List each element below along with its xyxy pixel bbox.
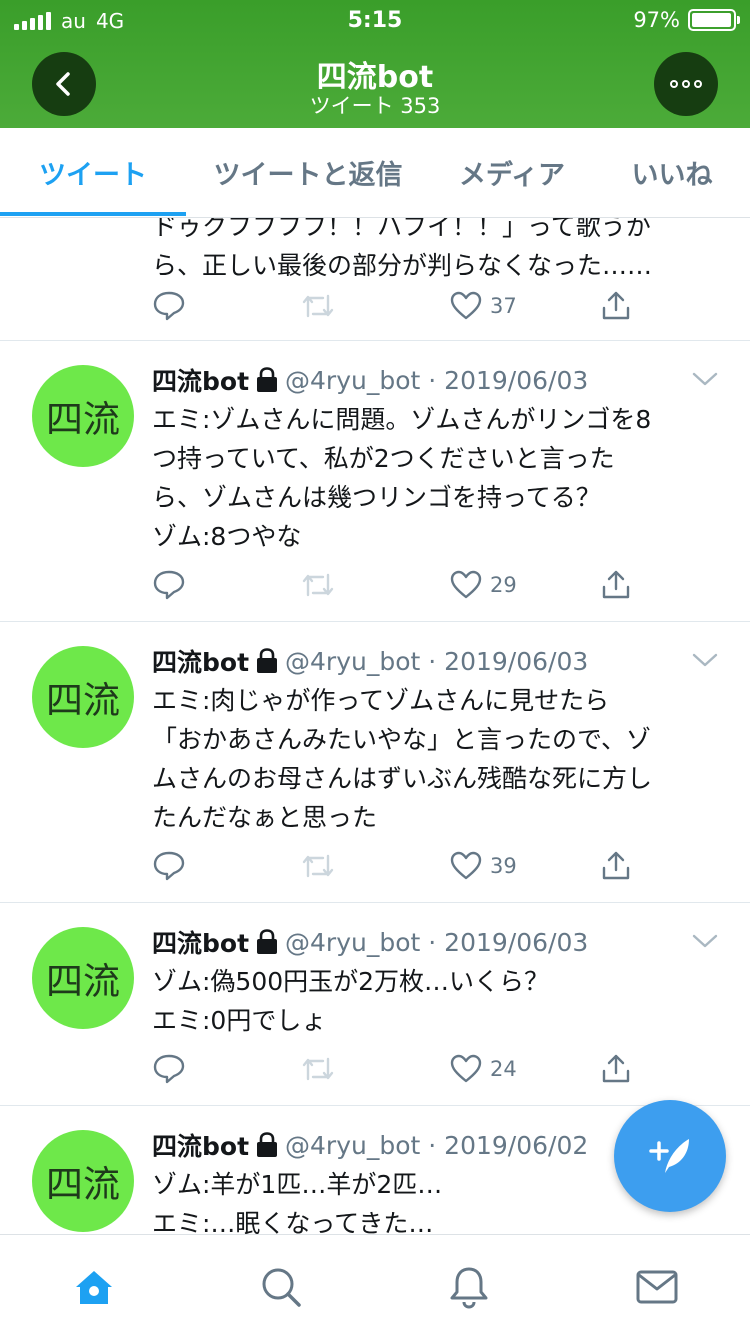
retweet-icon (302, 573, 334, 597)
compose-tweet-icon (649, 1139, 689, 1173)
heart-icon (450, 1054, 482, 1083)
share-button[interactable] (600, 565, 632, 605)
retweet-button[interactable] (300, 846, 336, 886)
reply-button[interactable] (152, 286, 186, 326)
avatar[interactable]: 四流 (32, 646, 134, 748)
tweet-text: エミ:肉じゃが作ってゾムさんに見せたら 「おかあさんみたいやな」と言ったので、ゾ… (152, 686, 653, 832)
lock-icon (257, 648, 278, 673)
tweet-count: ツイート 353 (309, 94, 441, 118)
heart-icon (450, 851, 482, 880)
tweet[interactable]: 四流 四流bot @4ryu_bot · 2019/06/03 エミ:ゾムさんに… (0, 341, 750, 622)
retweet-button[interactable] (300, 565, 336, 605)
reply-icon (153, 1054, 185, 1084)
like-count: 37 (490, 294, 517, 318)
like-button[interactable]: 39 (450, 846, 517, 886)
profile-header: au 4G 5:15 97% 四流bot ツイート 353 (0, 0, 750, 128)
display-name[interactable]: 四流bot (152, 1127, 249, 1163)
handle-and-date: @4ryu_bot · 2019/06/03 (285, 365, 589, 395)
chevron-down-icon[interactable] (692, 933, 718, 949)
tweet-actions: 24 (152, 1049, 642, 1089)
handle-and-date: @4ryu_bot · 2019/06/03 (285, 646, 589, 676)
handle-and-date: @4ryu_bot · 2019/06/02 (285, 1130, 589, 1160)
tweet[interactable]: 四流 四流bot @4ryu_bot · 2019/06/03 エミ:肉じゃが作… (0, 622, 750, 903)
share-button[interactable] (600, 846, 632, 886)
display-name[interactable]: 四流bot (152, 643, 249, 679)
tweet-timeline[interactable]: ドゥクフフフフ！！ハフイ！！」って歌うか ら、正しい最後の部分が判らなくなった…… (0, 218, 750, 1234)
heart-icon (450, 570, 482, 599)
tweet-actions: 37 (152, 286, 642, 326)
retweet-icon (302, 294, 334, 318)
avatar[interactable]: 四流 (32, 927, 134, 1029)
tweet-text: ドゥクフフフフ！！ハフイ！！」って歌うか ら、正しい最後の部分が判らなくなった…… (152, 218, 653, 280)
home-icon (76, 1271, 112, 1304)
retweet-button[interactable] (300, 1049, 336, 1089)
tweet[interactable]: ドゥクフフフフ！！ハフイ！！」って歌うか ら、正しい最後の部分が判らなくなった…… (0, 218, 750, 341)
reply-icon (153, 291, 185, 321)
lock-icon (257, 1132, 278, 1157)
reply-icon (153, 570, 185, 600)
tab-media[interactable]: メディア (430, 128, 594, 216)
like-count: 24 (490, 1057, 517, 1081)
more-button[interactable] (654, 52, 718, 116)
battery-icon (688, 9, 740, 31)
reply-button[interactable] (152, 565, 186, 605)
retweet-icon (302, 854, 334, 878)
chevron-down-icon[interactable] (692, 371, 718, 387)
retweet-button[interactable] (300, 286, 336, 326)
reply-icon (153, 851, 185, 881)
tab-likes[interactable]: いいね (594, 128, 750, 216)
tweet-actions: 29 (152, 565, 642, 605)
like-button[interactable]: 37 (450, 286, 517, 326)
status-bar: au 4G 5:15 97% (0, 0, 750, 40)
lock-icon (257, 929, 278, 954)
reply-button[interactable] (152, 1049, 186, 1089)
tweet-text: ゾム:偽500円玉が2万枚…いくら？ エミ:0円でしょ (152, 967, 550, 1035)
like-count: 29 (490, 573, 517, 597)
share-icon (602, 851, 630, 880)
share-icon (602, 1054, 630, 1083)
tab-tweets-and-replies[interactable]: ツイートと返信 (186, 128, 430, 216)
avatar[interactable]: 四流 (32, 1130, 134, 1232)
like-button[interactable]: 24 (450, 1049, 517, 1089)
more-icon (670, 80, 702, 88)
tweet[interactable]: 四流 四流bot @4ryu_bot · 2019/06/03 ゾム:偽500円… (0, 903, 750, 1106)
mail-icon (636, 1270, 678, 1304)
tweet-actions: 39 (152, 846, 642, 886)
share-button[interactable] (600, 1049, 632, 1089)
share-icon (602, 570, 630, 599)
share-button[interactable] (600, 286, 632, 326)
tweet-meta: 四流bot @4ryu_bot · 2019/06/03 (152, 362, 588, 398)
chevron-down-icon[interactable] (692, 652, 718, 668)
active-tab-indicator (0, 212, 186, 216)
nav-home[interactable] (64, 1263, 124, 1311)
reply-button[interactable] (152, 846, 186, 886)
nav-messages[interactable] (627, 1263, 687, 1311)
battery-percent: 97% (633, 8, 680, 32)
heart-icon (450, 291, 482, 320)
tweet-meta: 四流bot @4ryu_bot · 2019/06/03 (152, 643, 588, 679)
tweet-meta: 四流bot @4ryu_bot · 2019/06/03 (152, 924, 588, 960)
avatar[interactable]: 四流 (32, 365, 134, 467)
handle-and-date: @4ryu_bot · 2019/06/03 (285, 927, 589, 957)
bottom-tab-bar (0, 1234, 750, 1334)
profile-tabs: ツイート ツイートと返信 メディア いいね (0, 128, 750, 218)
nav-search[interactable] (251, 1263, 311, 1311)
tweet-text: エミ:ゾムさんに問題。ゾムさんがリンゴを8 つ持っていて、私が2つくださいと言っ… (152, 405, 652, 551)
like-count: 39 (490, 854, 517, 878)
share-icon (602, 291, 630, 320)
lock-icon (257, 367, 278, 392)
compose-tweet-button[interactable] (614, 1100, 726, 1212)
nav-notifications[interactable] (439, 1263, 499, 1311)
search-icon (262, 1268, 301, 1307)
retweet-icon (302, 1057, 334, 1081)
tab-tweets[interactable]: ツイート (0, 128, 186, 216)
like-button[interactable]: 29 (450, 565, 517, 605)
display-name[interactable]: 四流bot (152, 924, 249, 960)
tweet-meta: 四流bot @4ryu_bot · 2019/06/02 (152, 1127, 588, 1163)
bell-icon (450, 1267, 488, 1309)
display-name[interactable]: 四流bot (152, 362, 249, 398)
